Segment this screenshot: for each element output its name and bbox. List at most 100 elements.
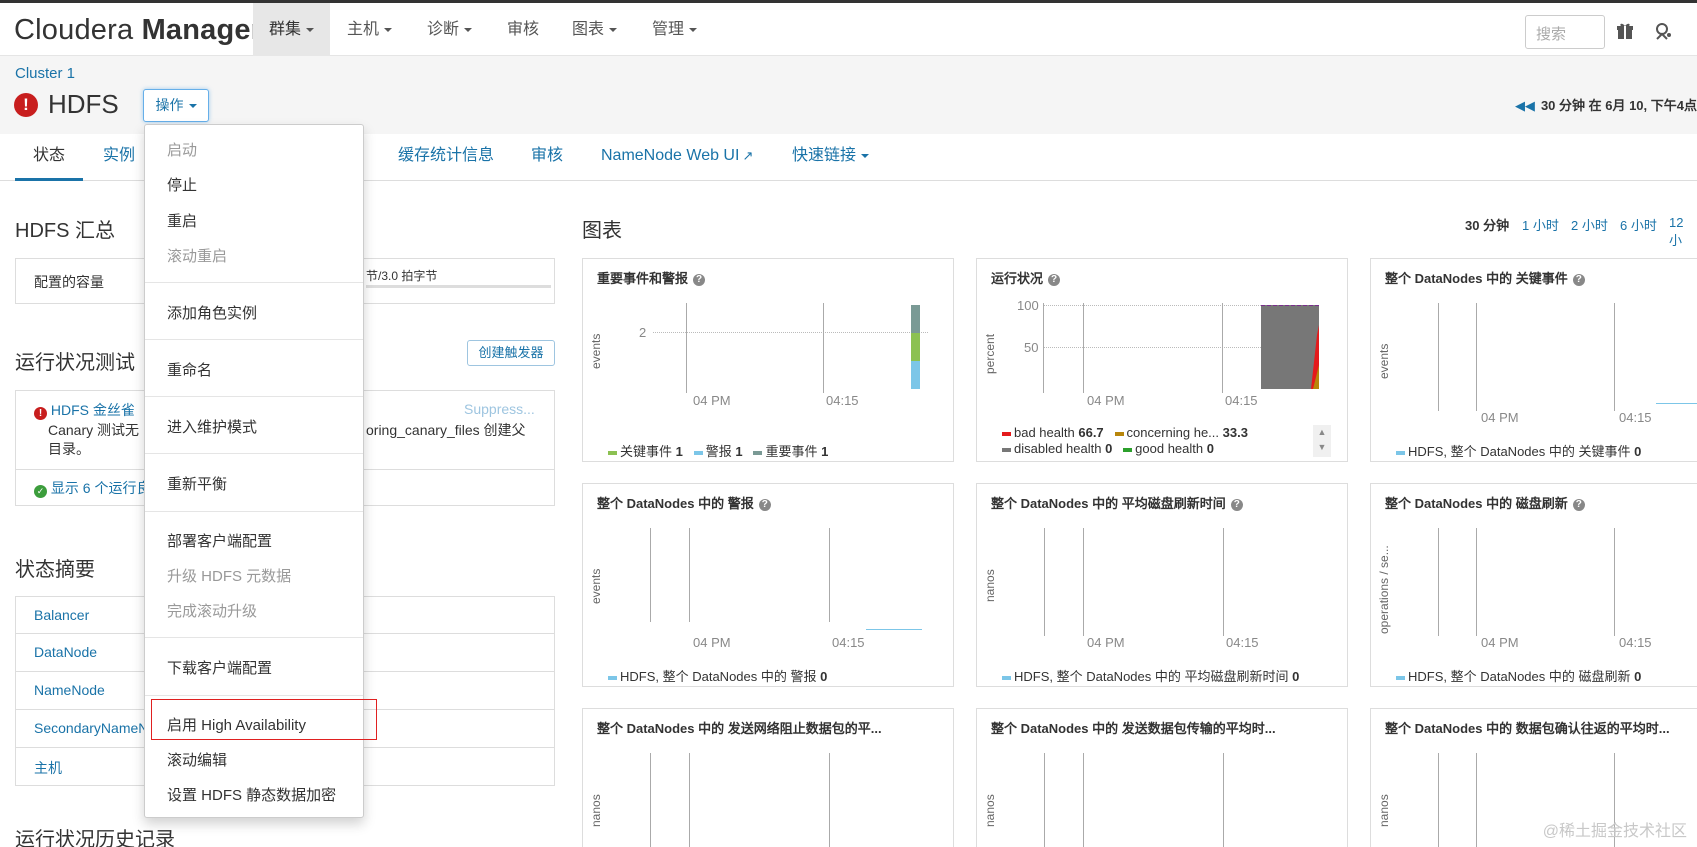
canary-link[interactable]: HDFS 金丝雀 [51,402,135,418]
menu-item-stop[interactable]: 停止 [167,174,197,195]
x-tick: 04:15 [1225,393,1258,408]
grid-line [1438,753,1439,847]
rewind-icon[interactable]: ◀◀ [1515,98,1535,113]
error-icon: ! [14,93,38,117]
create-trigger-button[interactable]: 创建触发器 [467,340,555,366]
chart-card-events-alerts[interactable]: 重要事件和警报? events 2 04 PM 04:15 关键事件 1 警报 … [582,258,954,462]
chart-title: 整个 DataNodes 中的 磁盘刷新? [1385,493,1585,512]
tab-namenode-webui[interactable]: NameNode Web UI ↗ [601,134,753,181]
grid-line [1223,528,1224,636]
menu-divider [145,637,363,638]
tab-audits[interactable]: 审核 [531,134,563,181]
nav-administration[interactable]: 管理 [636,3,713,56]
menu-item-rolling-restart[interactable]: 滚动重启 [167,245,227,266]
grid-line [1043,303,1044,393]
tab-cache-stats[interactable]: 缓存统计信息 [398,134,494,181]
suppress-link[interactable]: Suppress... [464,401,535,417]
x-tick: 04:15 [826,393,859,408]
grid-line [689,753,690,847]
cluster-breadcrumb[interactable]: Cluster 1 [15,65,75,82]
menu-divider [145,282,363,283]
menu-item-hdfs-encryption[interactable]: 设置 HDFS 静态数据加密 [167,784,336,805]
help-icon[interactable]: ? [758,499,771,511]
nav-audits[interactable]: 审核 [491,3,555,56]
legend-value: 1 [735,444,743,459]
legend-name: HDFS, 整个 DataNodes 中的 关键事件 [1408,444,1631,459]
grid-line [1044,753,1045,847]
chart-card-dn-send-transfer[interactable]: 整个 DataNodes 中的 发送数据包传输的平均时... nanos [976,708,1348,847]
range-1h[interactable]: 1 小时 [1522,215,1559,234]
chart-title: 整个 DataNodes 中的 数据包确认往返的平均时... [1385,718,1670,737]
chart-card-health[interactable]: 运行状况? percent 100 50 04 PM 04:15 bad hea… [976,258,1348,462]
nav-charts[interactable]: 图表 [556,3,633,56]
service-title: HDFS [48,89,119,119]
show-more-tests[interactable]: ✓ 显示 6 个运行良 [34,478,150,498]
row-label: DataNode [34,644,98,660]
y-axis-label: operations / se... [1377,545,1391,634]
menu-item-start[interactable]: 启动 [167,139,197,160]
help-icon[interactable]: ? [1230,499,1243,511]
range-30min[interactable]: 30 分钟 [1465,215,1509,234]
menu-item-add-role-instances[interactable]: 添加角色实例 [167,302,257,323]
chart-title: 整个 DataNodes 中的 关键事件? [1385,268,1585,287]
legend-value: 0 [820,669,828,684]
range-2h[interactable]: 2 小时 [1571,215,1608,234]
legend-value: 33.3 [1222,425,1248,440]
search-input[interactable]: 搜索 [1525,15,1605,49]
range-12h[interactable]: 12 小 [1669,215,1697,249]
charts-title: 图表 [582,220,622,242]
grid-line [686,303,687,393]
chart-card-dn-send-blocked[interactable]: 整个 DataNodes 中的 发送网络阻止数据包的平... nanos [582,708,954,847]
chart-card-dn-alerts[interactable]: 整个 DataNodes 中的 警报? events 04 PM 04:15 H… [582,483,954,687]
gift-icon[interactable] [1615,21,1635,41]
chart-card-dn-flush[interactable]: 整个 DataNodes 中的 磁盘刷新? operations / se...… [1370,483,1697,687]
time-range-note[interactable]: ◀◀ 30 分钟 在 6月 10, 下午4点 [1515,95,1697,114]
menu-divider [145,339,363,340]
tab-quick-links[interactable]: 快速链接 [792,134,870,181]
nav-label: 主机 [347,21,380,38]
highlight-box [151,699,377,740]
y-axis-label: nanos [1377,794,1391,827]
range-6h[interactable]: 6 小时 [1620,215,1657,234]
menu-item-download-client-config[interactable]: 下载客户端配置 [167,657,272,678]
chart-card-dn-flush-time[interactable]: 整个 DataNodes 中的 平均磁盘刷新时间? nanos 04 PM 04… [976,483,1348,687]
brand-logo[interactable]: Cloudera Manager [14,14,262,47]
nav-hosts[interactable]: 主机 [331,3,408,56]
external-link-icon: ↗ [742,148,754,163]
legend-value: 0 [1105,441,1113,456]
help-icon[interactable]: ? [1572,274,1585,286]
capacity-label: 配置的容量 [34,274,104,290]
menu-item-rename[interactable]: 重命名 [167,359,212,380]
menu-item-deploy-client-config[interactable]: 部署客户端配置 [167,530,272,551]
tab-label: NameNode Web UI [601,147,740,164]
tab-instances[interactable]: 实例 [103,134,135,181]
actions-button[interactable]: 操作 [143,89,209,122]
menu-item-enter-maintenance[interactable]: 进入维护模式 [167,416,257,437]
brand-part2: Manager [141,14,263,46]
support-icon[interactable] [1653,21,1673,41]
help-icon[interactable]: ? [1572,499,1585,511]
legend-name: 关键事件 [620,444,673,459]
bar-critical [911,333,920,361]
legend: disabled health 0 good health 0 [1002,441,1214,456]
legend-name: 警报 [705,444,732,459]
capacity-value: 节/3.0 拍字节 [366,269,438,283]
help-icon[interactable]: ? [693,274,706,286]
help-icon[interactable]: ? [1048,274,1061,286]
chart-card-dn-critical[interactable]: 整个 DataNodes 中的 关键事件? events 04 PM 04:15… [1370,258,1697,462]
y-axis-label: nanos [983,569,997,602]
nav-clusters[interactable]: 群集 [253,3,331,56]
grid-line [1223,753,1224,847]
menu-item-rebalance[interactable]: 重新平衡 [167,473,227,494]
legend-swatch [1114,431,1124,436]
bar-important [911,305,920,333]
menu-item-upgrade-metadata[interactable]: 升级 HDFS 元数据 [167,565,291,586]
x-tick: 04 PM [1481,410,1519,425]
menu-item-rolling-edit[interactable]: 滚动编辑 [167,749,227,770]
menu-item-restart[interactable]: 重启 [167,210,197,231]
chart-title-text: 重要事件和警报 [597,271,689,286]
legend-scroller[interactable]: ▲ ▼ [1313,425,1331,457]
menu-item-finalize-rolling-upgrade[interactable]: 完成滚动升级 [167,600,257,621]
nav-diagnostics[interactable]: 诊断 [411,3,488,56]
tab-status[interactable]: 状态 [15,134,83,181]
